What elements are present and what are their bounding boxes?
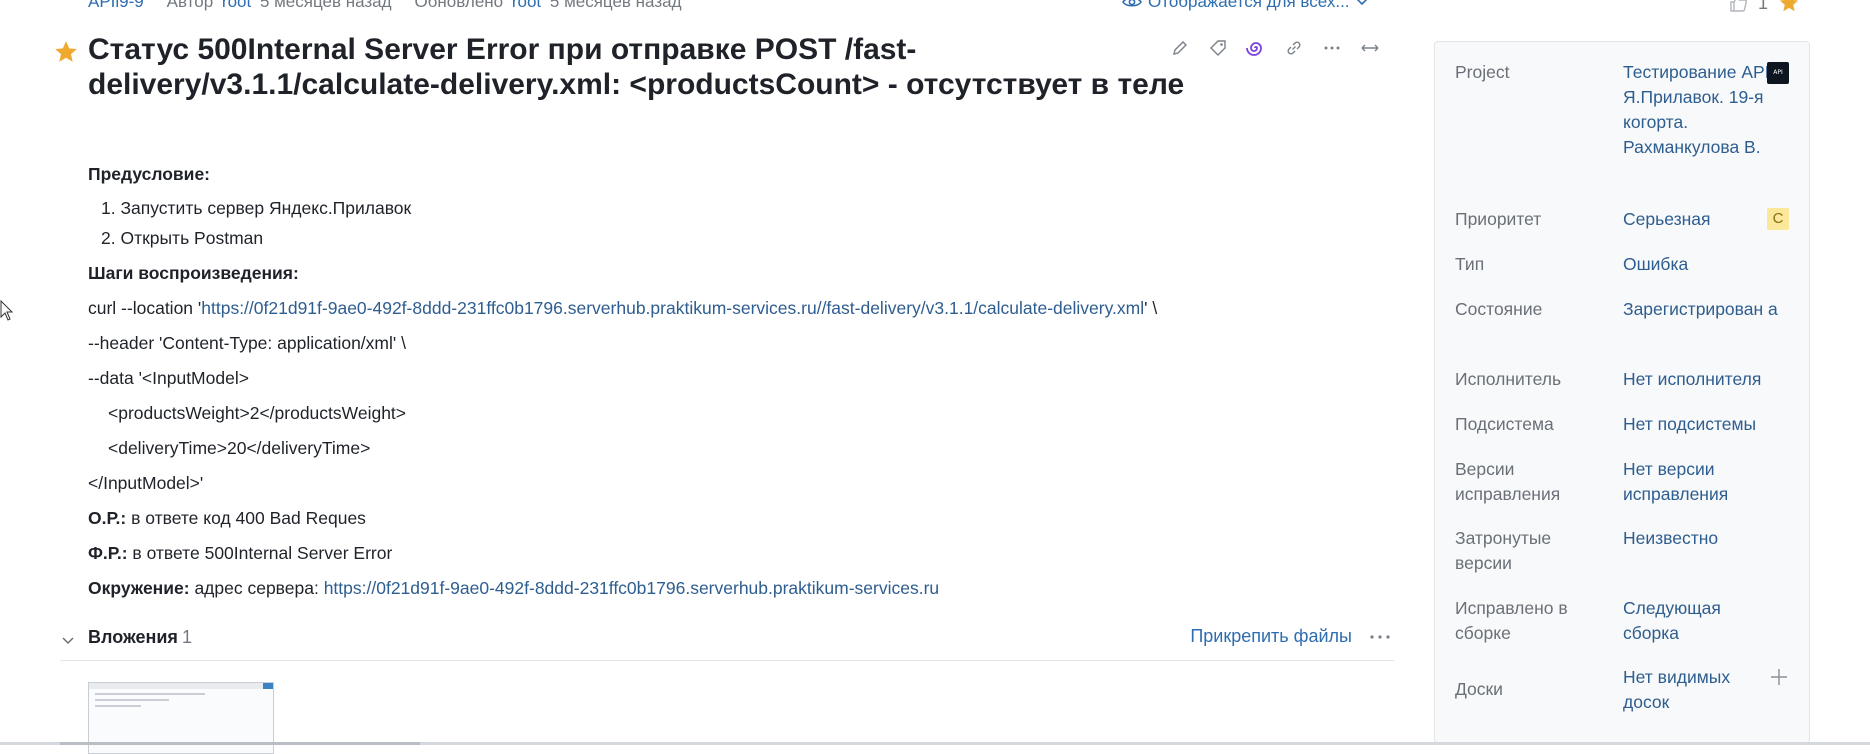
assignee-value[interactable]: Нет исполнителя	[1623, 367, 1793, 392]
curl-prefix: curl --location '	[88, 298, 202, 318]
edit-button[interactable]	[1170, 38, 1190, 58]
environment: Окружение: адрес сервера: https://0f21d9…	[88, 578, 939, 599]
type-label: Тип	[1455, 254, 1485, 274]
curl-line: curl --location 'https://0f21d91f-9ae0-4…	[88, 298, 1157, 319]
boards-label: Доски	[1455, 679, 1503, 699]
issue-fields-panel: Project Тестирование API Я.Прилавок. 19-…	[1434, 41, 1810, 743]
updated-prefix: Обновлено	[414, 0, 504, 11]
favorite-star-icon[interactable]	[53, 39, 79, 65]
state-value[interactable]: Зарегистрирован а	[1623, 297, 1783, 322]
author-prefix: Автор	[166, 0, 214, 11]
updater-link[interactable]: root	[512, 0, 541, 11]
ai-assistant-button[interactable]	[1246, 38, 1266, 58]
created-time: 5 месяцев назад	[259, 0, 392, 11]
add-board-icon[interactable]	[1769, 667, 1789, 687]
title-toolbar	[1170, 38, 1380, 58]
fix-versions-value[interactable]: Нет версии исправления	[1623, 457, 1743, 507]
weight-line: <productsWeight>2</productsWeight>	[108, 403, 407, 423]
visibility-dropdown[interactable]: Отображается для всех...	[1122, 0, 1368, 12]
expected-label: О.Р.:	[88, 508, 127, 528]
priority-label: Приоритет	[1455, 209, 1542, 229]
more-icon[interactable]	[1368, 630, 1392, 644]
priority-badge: С	[1767, 208, 1789, 230]
curl-suffix: ' \	[1144, 298, 1158, 318]
boards-value[interactable]: Нет видимых досок	[1623, 665, 1743, 715]
pencil-icon	[1173, 41, 1187, 55]
expected-result: О.Р.: в ответе код 400 Bad Reques	[88, 508, 366, 529]
project-logo: API	[1767, 62, 1789, 84]
actual-result: Ф.Р.: в ответе 500Internal Server Error	[88, 543, 392, 564]
attachments-count: 1	[182, 627, 193, 647]
assignee-label: Исполнитель	[1455, 369, 1562, 389]
votes-count: 1	[1758, 0, 1769, 13]
env-url-link[interactable]: https://0f21d91f-9ae0-492f-8ddd-231ffc0b…	[324, 578, 939, 598]
mouse-cursor-icon	[0, 300, 14, 321]
state-label: Состояние	[1455, 299, 1543, 319]
more-icon	[1324, 46, 1340, 50]
affected-versions-value[interactable]: Неизвестно	[1623, 526, 1773, 551]
expand-width-button[interactable]	[1360, 38, 1380, 58]
precondition-item-1: 1. Запустить сервер Яндекс.Прилавок	[101, 198, 412, 218]
copy-link-button[interactable]	[1284, 38, 1304, 58]
spiral-icon	[1246, 42, 1262, 56]
precondition-heading: Предусловие:	[88, 164, 211, 184]
fix-versions-label: Версии исправления	[1455, 459, 1561, 504]
tag-button[interactable]	[1208, 38, 1228, 58]
header-line: --header 'Content-Type: application/xml'…	[88, 333, 406, 353]
author-link[interactable]: root	[222, 0, 251, 11]
link-icon	[1287, 41, 1301, 55]
data-line: --data '<InputModel>	[88, 368, 249, 388]
thumbs-up-icon[interactable]	[1728, 0, 1748, 13]
arrows-horizontal-icon	[1361, 44, 1379, 52]
issue-title: Статус 500Internal Server Error при отпр…	[88, 33, 1185, 101]
star-icon[interactable]	[1778, 0, 1800, 14]
issue-meta: APIl9-9 Автор root 5 месяцев назад Обнов…	[88, 0, 686, 12]
attach-files-button[interactable]: Прикрепить файлы	[1190, 626, 1352, 647]
votes-area: 1	[1728, 0, 1800, 14]
attachments-header: Вложения 1 Прикрепить файлы	[60, 624, 1394, 661]
tag-icon	[1210, 40, 1226, 56]
subsystem-label: Подсистема	[1455, 414, 1554, 434]
time-line: <deliveryTime>20</deliveryTime>	[108, 438, 371, 458]
close-line: </InputModel>'	[88, 473, 204, 493]
priority-value[interactable]: Серьезная	[1623, 207, 1773, 232]
chevron-down-icon[interactable]	[60, 632, 76, 648]
issue-id-link[interactable]: APIl9-9	[88, 0, 144, 11]
type-value[interactable]: Ошибка	[1623, 252, 1773, 277]
fixed-in-build-value[interactable]: Следующая сборка	[1623, 596, 1743, 646]
expected-text: в ответе код 400 Bad Reques	[126, 508, 366, 528]
actual-text: в ответе 500Internal Server Error	[127, 543, 393, 563]
subsystem-value[interactable]: Нет подсистемы	[1623, 412, 1793, 437]
chevron-down-icon	[1356, 0, 1367, 6]
project-value[interactable]: Тестирование API Я.Прилавок. 19-я когорт…	[1623, 60, 1773, 160]
curl-url-link[interactable]: https://0f21d91f-9ae0-492f-8ddd-231ffc0b…	[201, 298, 1144, 318]
steps-heading: Шаги воспроизведения:	[88, 263, 299, 283]
actual-label: Ф.Р.:	[88, 543, 128, 563]
more-button[interactable]	[1322, 38, 1342, 58]
fixed-in-build-label: Исправлено в сборке	[1455, 598, 1568, 643]
visibility-label: Отображается для всех...	[1148, 0, 1350, 11]
env-label: Окружение:	[88, 578, 190, 598]
affected-versions-label: Затронутые версии	[1455, 528, 1552, 573]
precondition-item-2: 2. Открыть Postman	[101, 228, 264, 248]
attachments-title: Вложения	[88, 627, 178, 647]
eye-icon	[1122, 0, 1142, 7]
env-text: адрес сервера:	[189, 578, 324, 598]
updated-time: 5 месяцев назад	[549, 0, 682, 11]
project-label: Project	[1455, 62, 1510, 82]
